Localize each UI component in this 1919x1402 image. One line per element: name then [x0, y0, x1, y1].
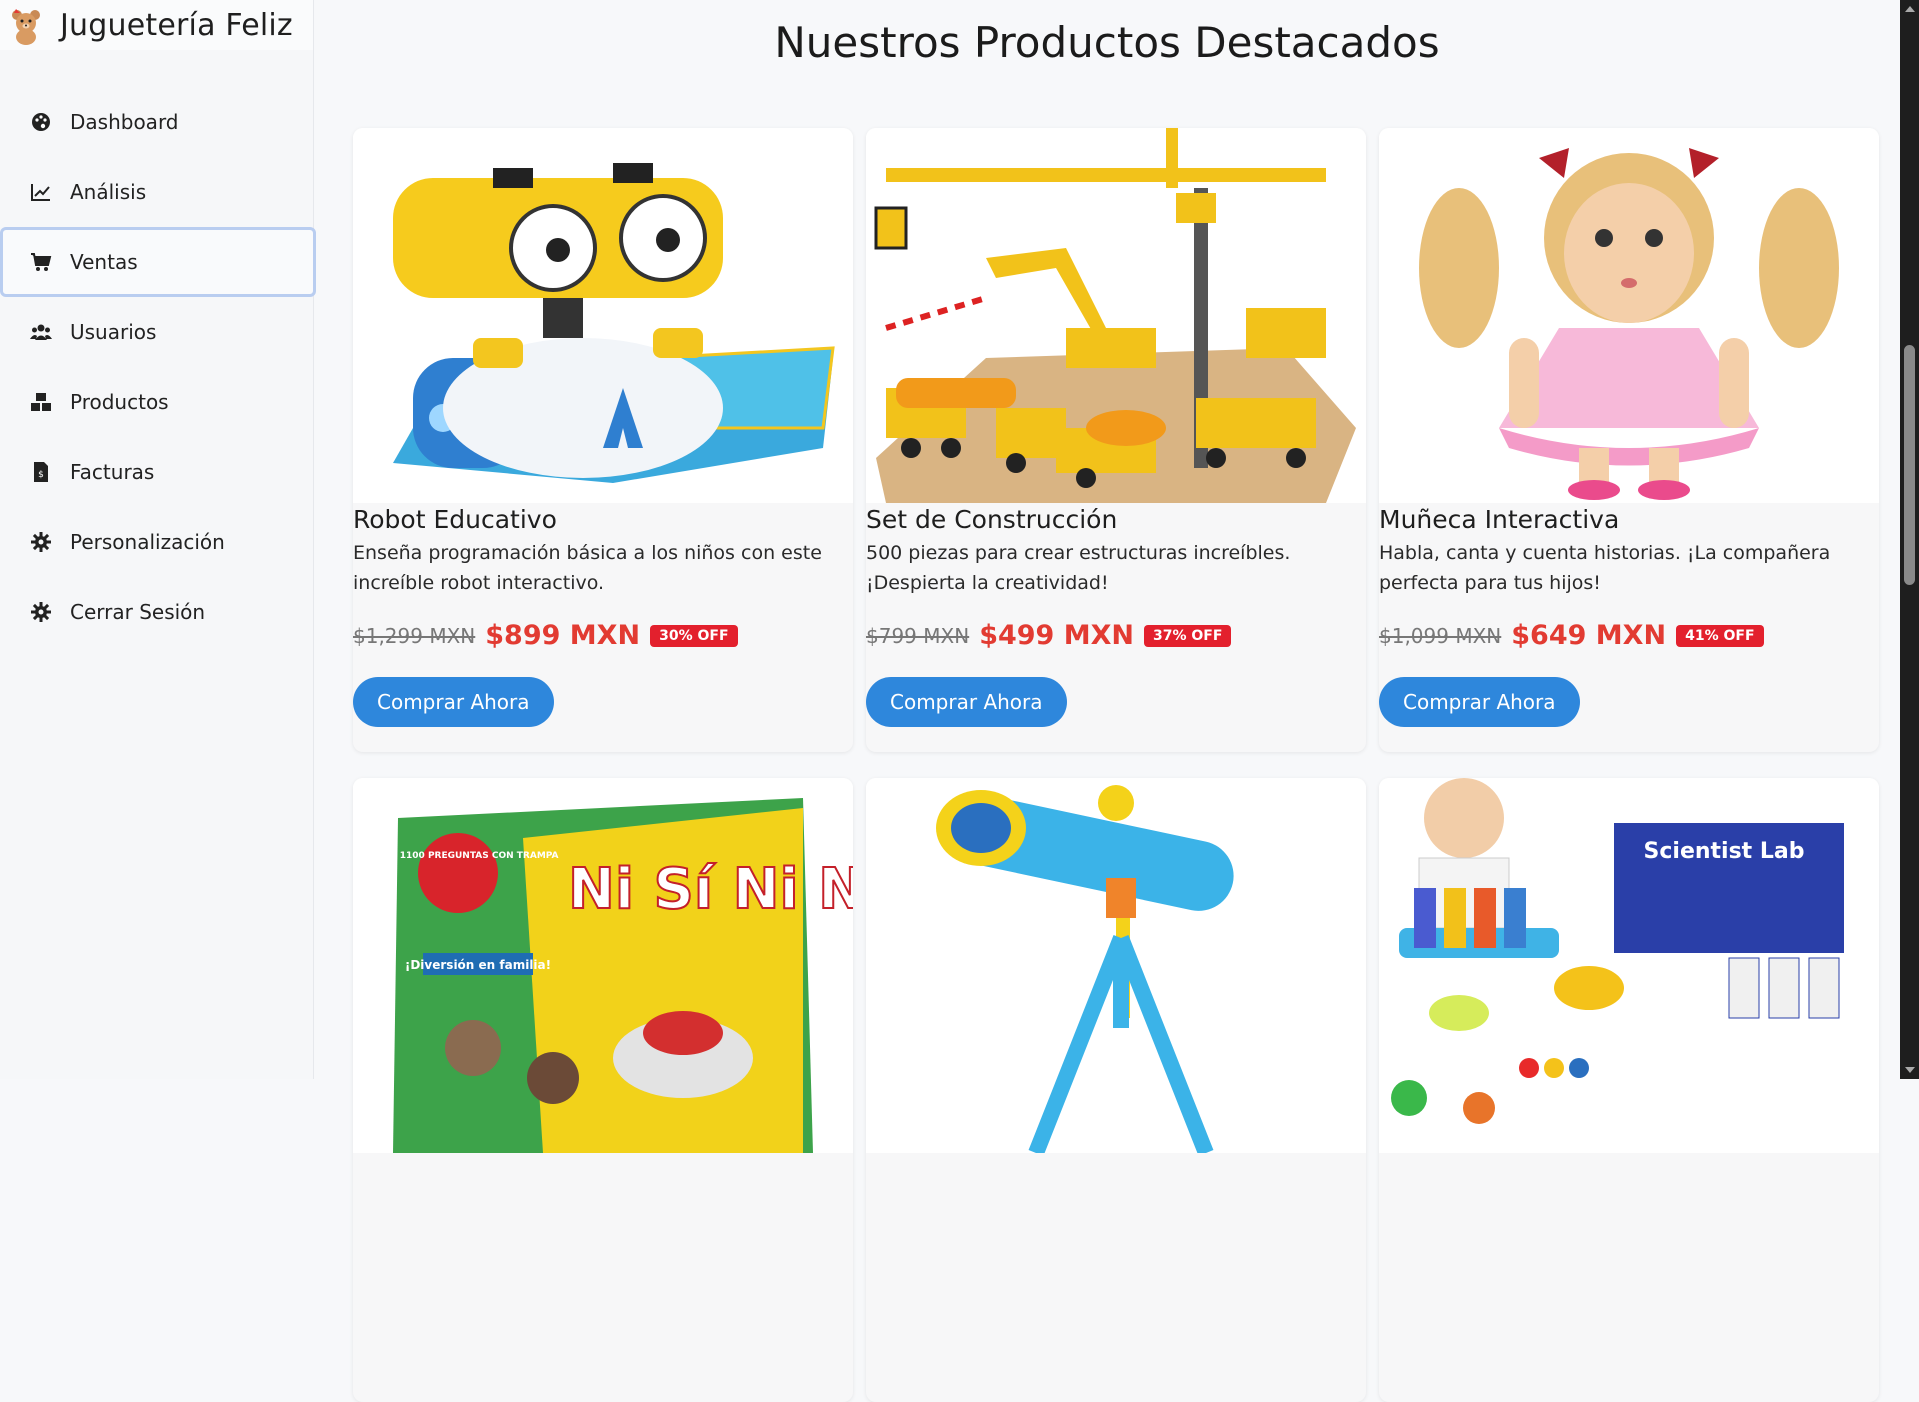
- discount-badge: 37% OFF: [1144, 624, 1232, 647]
- sidebar-item-usuarios[interactable]: Usuarios: [0, 297, 313, 367]
- current-price: $899 MXN: [485, 620, 641, 651]
- product-description: Enseña programación básica a los niños c…: [353, 542, 822, 594]
- sidebar-item-personalizacion[interactable]: Personalización: [0, 507, 313, 577]
- page-title: Nuestros Productos Destacados: [774, 18, 1440, 67]
- sidebar-item-ventas[interactable]: Ventas: [0, 227, 316, 297]
- sidebar-item-label: Cerrar Sesión: [70, 600, 206, 624]
- product-name: Set de Construcción: [866, 505, 1118, 534]
- board-game-tagline: ¡Diversión en familia!: [405, 958, 551, 972]
- sidebar-item-productos[interactable]: Productos: [0, 367, 313, 437]
- brand-header[interactable]: Juguetería Feliz: [0, 0, 313, 50]
- product-name: Muñeca Interactiva: [1379, 505, 1620, 534]
- scroll-up-icon[interactable]: [1905, 6, 1915, 12]
- sidebar-item-label: Ventas: [70, 250, 138, 274]
- price-row: $799 MXN $499 MXN 37% OFF: [866, 620, 1366, 651]
- current-price: $499 MXN: [979, 620, 1135, 651]
- old-price: $1,299 MXN: [353, 623, 476, 648]
- users-icon: [30, 321, 52, 343]
- buy-now-button[interactable]: Comprar Ahora: [1379, 677, 1580, 727]
- line-chart-icon: [30, 181, 52, 203]
- sidebar-item-label: Usuarios: [70, 320, 157, 344]
- page-scrollbar[interactable]: [1900, 0, 1919, 1079]
- construction-set-image[interactable]: [866, 128, 1366, 503]
- sidebar-item-label: Facturas: [70, 460, 155, 484]
- sidebar-item-facturas[interactable]: $ Facturas: [0, 437, 313, 507]
- board-game-title: Ni Sí Ni NO: [568, 857, 853, 922]
- product-card-construccion: Set de Construcción 500 piezas para crea…: [866, 128, 1366, 752]
- old-price: $799 MXN: [866, 623, 970, 648]
- current-price: $649 MXN: [1511, 620, 1667, 651]
- product-card-robot: Robot Educativo Enseña programación bási…: [353, 128, 853, 752]
- invoice-icon: $: [30, 461, 52, 483]
- scroll-thumb[interactable]: [1904, 345, 1915, 585]
- board-game-image[interactable]: MÁS DE 1100 PREGUNTAS CON TRAMPA Ni Sí N…: [353, 778, 853, 1153]
- sidebar-item-analisis[interactable]: Análisis: [0, 157, 313, 227]
- board-game-promo-label: MÁS DE 1100 PREGUNTAS CON TRAMPA: [357, 849, 558, 861]
- telescope-toy-image[interactable]: [866, 778, 1366, 1153]
- cart-icon: [30, 251, 52, 273]
- gear-icon: [30, 531, 52, 553]
- science-kit-brand: Scientist Lab: [1644, 839, 1805, 864]
- product-card-science-kit: Scientist Lab: [1379, 778, 1879, 1402]
- teddy-bear-icon: [12, 9, 40, 45]
- buy-now-button[interactable]: Comprar Ahora: [353, 677, 554, 727]
- palette-icon: [30, 111, 52, 133]
- svg-text:$: $: [38, 470, 44, 480]
- price-row: $1,299 MXN $899 MXN 30% OFF: [353, 620, 853, 651]
- main-content: Nuestros Productos Destacados Robot Educ…: [314, 0, 1900, 1402]
- product-description: Habla, canta y cuenta historias. ¡La com…: [1379, 542, 1831, 594]
- sidebar-item-label: Productos: [70, 390, 169, 414]
- product-card-telescope: [866, 778, 1366, 1402]
- product-description: 500 piezas para crear estructuras increí…: [866, 542, 1291, 594]
- doll-image[interactable]: [1379, 128, 1879, 503]
- scroll-down-icon[interactable]: [1905, 1067, 1915, 1073]
- product-card-muneca: Muñeca Interactiva Habla, canta y cuenta…: [1379, 128, 1879, 752]
- boxes-icon: [30, 391, 52, 413]
- gear-icon: [30, 601, 52, 623]
- brand-title: Juguetería Feliz: [60, 7, 293, 43]
- sidebar: Juguetería Feliz Dashboard Análisis Vent…: [0, 0, 316, 1079]
- sidebar-item-label: Análisis: [70, 180, 147, 204]
- sidebar-item-label: Personalización: [70, 530, 225, 554]
- discount-badge: 30% OFF: [650, 624, 738, 647]
- discount-badge: 41% OFF: [1676, 624, 1764, 647]
- science-kit-image[interactable]: Scientist Lab: [1379, 778, 1879, 1153]
- product-card-board-game: MÁS DE 1100 PREGUNTAS CON TRAMPA Ni Sí N…: [353, 778, 853, 1402]
- product-name: Robot Educativo: [353, 505, 557, 534]
- sidebar-nav: Dashboard Análisis Ventas Usuarios Produ…: [0, 87, 316, 647]
- sidebar-item-dashboard[interactable]: Dashboard: [0, 87, 313, 157]
- robot-toy-image[interactable]: [353, 128, 853, 503]
- sidebar-item-label: Dashboard: [70, 110, 179, 134]
- old-price: $1,099 MXN: [1379, 623, 1502, 648]
- sidebar-item-cerrar-sesion[interactable]: Cerrar Sesión: [0, 577, 313, 647]
- buy-now-button[interactable]: Comprar Ahora: [866, 677, 1067, 727]
- price-row: $1,099 MXN $649 MXN 41% OFF: [1379, 620, 1879, 651]
